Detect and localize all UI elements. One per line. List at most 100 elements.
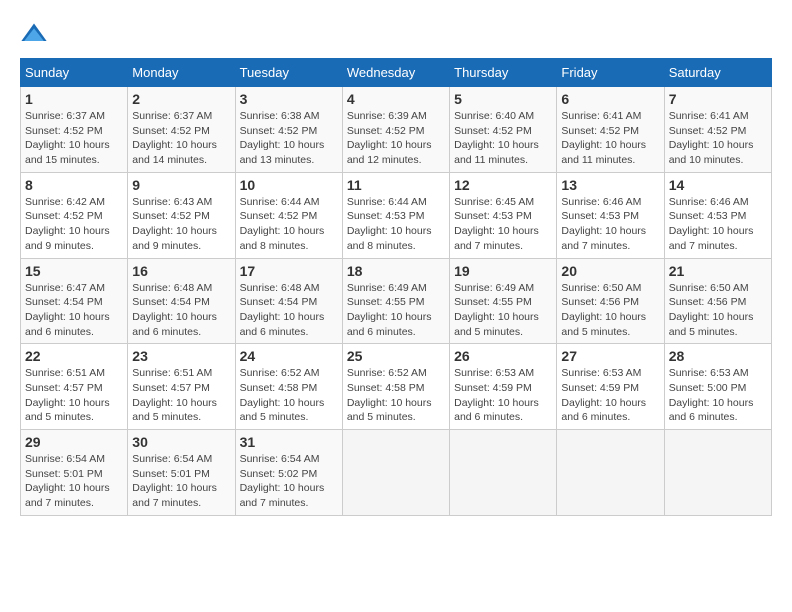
calendar-cell: 29 Sunrise: 6:54 AMSunset: 5:01 PMDaylig… (21, 430, 128, 516)
calendar-cell (342, 430, 449, 516)
calendar-cell: 24 Sunrise: 6:52 AMSunset: 4:58 PMDaylig… (235, 344, 342, 430)
calendar-cell: 25 Sunrise: 6:52 AMSunset: 4:58 PMDaylig… (342, 344, 449, 430)
day-detail: Sunrise: 6:49 AMSunset: 4:55 PMDaylight:… (347, 282, 432, 338)
calendar-cell: 19 Sunrise: 6:49 AMSunset: 4:55 PMDaylig… (450, 258, 557, 344)
day-detail: Sunrise: 6:39 AMSunset: 4:52 PMDaylight:… (347, 110, 432, 166)
day-number: 2 (132, 91, 230, 107)
day-detail: Sunrise: 6:44 AMSunset: 4:52 PMDaylight:… (240, 196, 325, 252)
calendar-cell: 6 Sunrise: 6:41 AMSunset: 4:52 PMDayligh… (557, 87, 664, 173)
day-number: 10 (240, 177, 338, 193)
weekday-header: Sunday (21, 59, 128, 87)
day-number: 27 (561, 348, 659, 364)
weekday-header: Saturday (664, 59, 771, 87)
calendar-week: 8 Sunrise: 6:42 AMSunset: 4:52 PMDayligh… (21, 172, 772, 258)
day-detail: Sunrise: 6:52 AMSunset: 4:58 PMDaylight:… (240, 367, 325, 423)
weekday-header: Monday (128, 59, 235, 87)
day-number: 14 (669, 177, 767, 193)
day-number: 9 (132, 177, 230, 193)
calendar-cell (664, 430, 771, 516)
day-number: 3 (240, 91, 338, 107)
day-detail: Sunrise: 6:54 AMSunset: 5:02 PMDaylight:… (240, 453, 325, 509)
calendar-week: 22 Sunrise: 6:51 AMSunset: 4:57 PMDaylig… (21, 344, 772, 430)
day-number: 29 (25, 434, 123, 450)
calendar-cell: 14 Sunrise: 6:46 AMSunset: 4:53 PMDaylig… (664, 172, 771, 258)
day-detail: Sunrise: 6:54 AMSunset: 5:01 PMDaylight:… (25, 453, 110, 509)
calendar-cell: 1 Sunrise: 6:37 AMSunset: 4:52 PMDayligh… (21, 87, 128, 173)
day-detail: Sunrise: 6:41 AMSunset: 4:52 PMDaylight:… (561, 110, 646, 166)
day-detail: Sunrise: 6:48 AMSunset: 4:54 PMDaylight:… (240, 282, 325, 338)
day-number: 12 (454, 177, 552, 193)
day-detail: Sunrise: 6:53 AMSunset: 4:59 PMDaylight:… (454, 367, 539, 423)
day-detail: Sunrise: 6:48 AMSunset: 4:54 PMDaylight:… (132, 282, 217, 338)
calendar-cell: 2 Sunrise: 6:37 AMSunset: 4:52 PMDayligh… (128, 87, 235, 173)
calendar-cell: 20 Sunrise: 6:50 AMSunset: 4:56 PMDaylig… (557, 258, 664, 344)
calendar-cell: 28 Sunrise: 6:53 AMSunset: 5:00 PMDaylig… (664, 344, 771, 430)
calendar-cell: 16 Sunrise: 6:48 AMSunset: 4:54 PMDaylig… (128, 258, 235, 344)
day-detail: Sunrise: 6:52 AMSunset: 4:58 PMDaylight:… (347, 367, 432, 423)
day-detail: Sunrise: 6:47 AMSunset: 4:54 PMDaylight:… (25, 282, 110, 338)
calendar-cell: 12 Sunrise: 6:45 AMSunset: 4:53 PMDaylig… (450, 172, 557, 258)
calendar-cell: 15 Sunrise: 6:47 AMSunset: 4:54 PMDaylig… (21, 258, 128, 344)
day-number: 5 (454, 91, 552, 107)
calendar-cell: 9 Sunrise: 6:43 AMSunset: 4:52 PMDayligh… (128, 172, 235, 258)
day-number: 20 (561, 263, 659, 279)
day-detail: Sunrise: 6:53 AMSunset: 4:59 PMDaylight:… (561, 367, 646, 423)
logo (20, 20, 52, 48)
day-detail: Sunrise: 6:50 AMSunset: 4:56 PMDaylight:… (669, 282, 754, 338)
calendar-cell: 5 Sunrise: 6:40 AMSunset: 4:52 PMDayligh… (450, 87, 557, 173)
day-number: 11 (347, 177, 445, 193)
day-number: 22 (25, 348, 123, 364)
day-number: 26 (454, 348, 552, 364)
calendar-cell (557, 430, 664, 516)
calendar-cell (450, 430, 557, 516)
calendar-cell: 3 Sunrise: 6:38 AMSunset: 4:52 PMDayligh… (235, 87, 342, 173)
calendar-cell: 30 Sunrise: 6:54 AMSunset: 5:01 PMDaylig… (128, 430, 235, 516)
weekday-header: Tuesday (235, 59, 342, 87)
day-detail: Sunrise: 6:53 AMSunset: 5:00 PMDaylight:… (669, 367, 754, 423)
calendar-week: 1 Sunrise: 6:37 AMSunset: 4:52 PMDayligh… (21, 87, 772, 173)
calendar-cell: 4 Sunrise: 6:39 AMSunset: 4:52 PMDayligh… (342, 87, 449, 173)
day-number: 19 (454, 263, 552, 279)
day-detail: Sunrise: 6:51 AMSunset: 4:57 PMDaylight:… (132, 367, 217, 423)
day-number: 8 (25, 177, 123, 193)
calendar-cell: 8 Sunrise: 6:42 AMSunset: 4:52 PMDayligh… (21, 172, 128, 258)
day-number: 16 (132, 263, 230, 279)
day-detail: Sunrise: 6:44 AMSunset: 4:53 PMDaylight:… (347, 196, 432, 252)
calendar-table: SundayMondayTuesdayWednesdayThursdayFrid… (20, 58, 772, 516)
calendar-cell: 21 Sunrise: 6:50 AMSunset: 4:56 PMDaylig… (664, 258, 771, 344)
calendar-cell: 27 Sunrise: 6:53 AMSunset: 4:59 PMDaylig… (557, 344, 664, 430)
day-number: 17 (240, 263, 338, 279)
calendar-week: 29 Sunrise: 6:54 AMSunset: 5:01 PMDaylig… (21, 430, 772, 516)
calendar-cell: 13 Sunrise: 6:46 AMSunset: 4:53 PMDaylig… (557, 172, 664, 258)
calendar-cell: 22 Sunrise: 6:51 AMSunset: 4:57 PMDaylig… (21, 344, 128, 430)
day-number: 13 (561, 177, 659, 193)
calendar-week: 15 Sunrise: 6:47 AMSunset: 4:54 PMDaylig… (21, 258, 772, 344)
day-number: 23 (132, 348, 230, 364)
calendar-cell: 18 Sunrise: 6:49 AMSunset: 4:55 PMDaylig… (342, 258, 449, 344)
weekday-header: Thursday (450, 59, 557, 87)
day-detail: Sunrise: 6:45 AMSunset: 4:53 PMDaylight:… (454, 196, 539, 252)
page-header (20, 20, 772, 48)
calendar-cell: 26 Sunrise: 6:53 AMSunset: 4:59 PMDaylig… (450, 344, 557, 430)
calendar-cell: 11 Sunrise: 6:44 AMSunset: 4:53 PMDaylig… (342, 172, 449, 258)
day-number: 30 (132, 434, 230, 450)
day-number: 18 (347, 263, 445, 279)
day-number: 1 (25, 91, 123, 107)
day-detail: Sunrise: 6:50 AMSunset: 4:56 PMDaylight:… (561, 282, 646, 338)
day-detail: Sunrise: 6:37 AMSunset: 4:52 PMDaylight:… (132, 110, 217, 166)
day-number: 31 (240, 434, 338, 450)
day-detail: Sunrise: 6:38 AMSunset: 4:52 PMDaylight:… (240, 110, 325, 166)
weekday-header: Wednesday (342, 59, 449, 87)
day-number: 6 (561, 91, 659, 107)
day-detail: Sunrise: 6:37 AMSunset: 4:52 PMDaylight:… (25, 110, 110, 166)
calendar-cell: 10 Sunrise: 6:44 AMSunset: 4:52 PMDaylig… (235, 172, 342, 258)
day-detail: Sunrise: 6:42 AMSunset: 4:52 PMDaylight:… (25, 196, 110, 252)
day-number: 24 (240, 348, 338, 364)
day-number: 21 (669, 263, 767, 279)
calendar-header: SundayMondayTuesdayWednesdayThursdayFrid… (21, 59, 772, 87)
day-detail: Sunrise: 6:40 AMSunset: 4:52 PMDaylight:… (454, 110, 539, 166)
day-detail: Sunrise: 6:54 AMSunset: 5:01 PMDaylight:… (132, 453, 217, 509)
day-detail: Sunrise: 6:49 AMSunset: 4:55 PMDaylight:… (454, 282, 539, 338)
day-detail: Sunrise: 6:51 AMSunset: 4:57 PMDaylight:… (25, 367, 110, 423)
day-number: 28 (669, 348, 767, 364)
